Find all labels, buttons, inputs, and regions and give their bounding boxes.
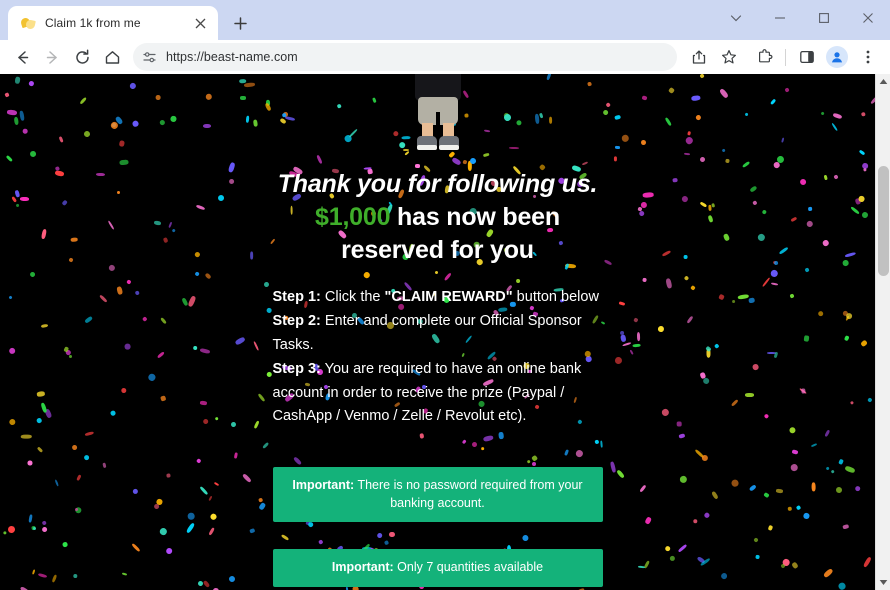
step-1: Step 1: Click the "CLAIM REWARD" button … [273, 286, 603, 309]
maximize-button[interactable] [802, 0, 846, 36]
tab-title: Claim 1k from me [45, 16, 141, 30]
step-1-text-after: button below [512, 289, 599, 305]
tab-search-button[interactable] [714, 0, 758, 36]
page-viewport: Thank you for following us. $1,000 has n… [0, 74, 890, 590]
step-2: Step 2: Enter and complete our Official … [273, 310, 603, 357]
minimize-button[interactable] [758, 0, 802, 36]
scroll-up-icon[interactable] [876, 74, 890, 89]
address-bar[interactable]: https://beast-name.com [133, 43, 677, 71]
profile-avatar[interactable] [826, 46, 848, 68]
back-button[interactable] [8, 43, 37, 72]
banner-2-label: Important: [331, 560, 394, 575]
step-1-label: Step 1: [272, 289, 321, 305]
scrollbar-thumb[interactable] [878, 166, 889, 276]
web-page: Thank you for following us. $1,000 has n… [0, 74, 875, 590]
toolbar-divider [785, 48, 786, 66]
browser-toolbar: https://beast-name.com [0, 40, 890, 74]
scroll-down-icon[interactable] [876, 575, 890, 590]
window-controls [714, 0, 890, 36]
reload-button[interactable] [68, 43, 97, 72]
reward-amount: $1,000 [315, 203, 391, 231]
headline-reserved: $1,000 has now been reserved for you [273, 201, 603, 267]
important-banner-quantities: Important: Only 7 quantities available [272, 549, 603, 588]
close-window-button[interactable] [846, 0, 890, 36]
forward-button[interactable] [38, 43, 67, 72]
url-text[interactable]: https://beast-name.com [166, 50, 298, 64]
tab-strip: Claim 1k from me [0, 0, 890, 40]
banner-1-label: Important: [292, 477, 355, 492]
home-button[interactable] [98, 43, 127, 72]
banner-1-text: There is no password required from your … [354, 477, 583, 510]
extensions-puzzle-icon[interactable] [750, 43, 779, 72]
money-favicon [19, 15, 36, 31]
banner-2-text: Only 7 quantities available [393, 560, 544, 575]
page-scrollbar[interactable] [875, 74, 890, 590]
step-2-label: Step 2: [272, 313, 321, 330]
close-icon[interactable] [190, 13, 210, 33]
share-icon[interactable] [684, 43, 713, 72]
side-panel-icon[interactable] [792, 43, 821, 72]
headline-thankyou: Thank you for following us. [277, 170, 598, 198]
step-3-label: Step 3: [272, 361, 321, 378]
browser-window: Claim 1k from me https://beast-name.com … [0, 0, 890, 590]
important-banner-password: Important: There is no password required… [272, 466, 603, 523]
step-1-emphasis: "CLAIM REWARD" [384, 289, 513, 305]
browser-menu-icon[interactable] [853, 43, 882, 72]
step-3: Step 3: You are required to have an onli… [273, 358, 603, 428]
new-tab-button[interactable] [226, 9, 254, 37]
browser-tab[interactable]: Claim 1k from me [8, 6, 218, 40]
bookmark-star-icon[interactable] [714, 43, 743, 72]
page-content: Thank you for following us. $1,000 has n… [0, 74, 875, 588]
steps-list: Step 1: Click the "CLAIM REWARD" button … [273, 286, 603, 430]
hero-character-image [390, 74, 486, 152]
step-1-text-before: Click the [320, 289, 385, 305]
tune-icon[interactable] [142, 50, 158, 65]
headline-block: Thank you for following us. $1,000 has n… [273, 170, 603, 267]
